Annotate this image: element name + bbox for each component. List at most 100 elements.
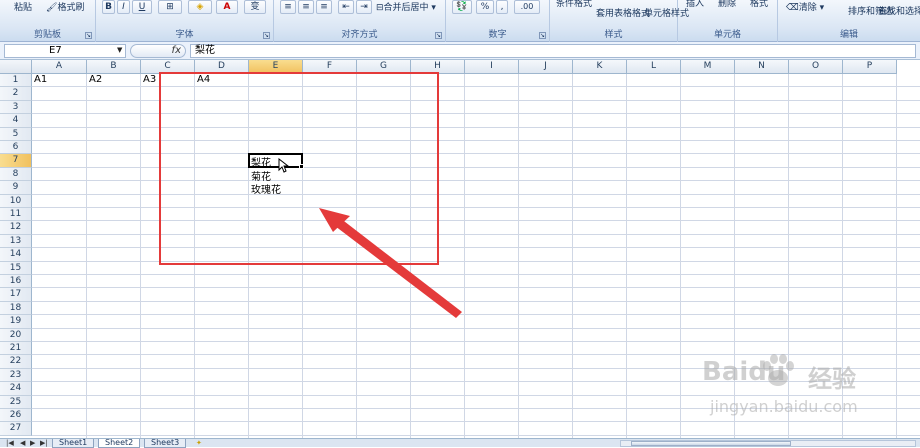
align-center-button[interactable]: ≡ <box>298 0 314 14</box>
row-header-8[interactable]: 8 <box>0 167 32 182</box>
gridline <box>680 74 681 438</box>
row-header-18[interactable]: 18 <box>0 301 32 316</box>
dialog-launcher-icon[interactable]: ↘ <box>539 32 546 39</box>
watermark: Baidu 经验 jingyan.baidu.com <box>700 345 910 435</box>
fill-color-button[interactable]: ◈ <box>188 0 212 14</box>
column-header-n[interactable]: N <box>735 60 789 74</box>
cell-a1[interactable]: A1 <box>34 74 47 85</box>
name-box[interactable]: E7 <box>4 44 126 58</box>
row-header-25[interactable]: 25 <box>0 395 32 409</box>
row-header-23[interactable]: 23 <box>0 368 32 383</box>
column-header-p[interactable]: P <box>843 60 897 74</box>
row-header-5[interactable]: 5 <box>0 127 32 141</box>
dialog-launcher-icon[interactable]: ↘ <box>85 32 92 39</box>
formula-bar: E7 ▼ fx 梨花 <box>0 42 920 60</box>
increase-decimal-button[interactable]: .00 <box>514 0 540 14</box>
cell-b1[interactable]: A2 <box>89 74 102 85</box>
decrease-indent-button[interactable]: ⇤ <box>338 0 354 14</box>
formula-input[interactable]: 梨花 <box>190 44 916 58</box>
delete-button[interactable]: 删除 <box>718 0 736 9</box>
column-header-a[interactable]: A <box>32 60 87 74</box>
scrollbar-thumb[interactable] <box>631 441 791 446</box>
align-center-icon: ≡ <box>302 2 310 12</box>
bold-button[interactable]: B <box>102 0 115 14</box>
paste-button[interactable]: 粘贴 <box>14 0 32 13</box>
merge-center-button[interactable]: ⊟合并后居中 ▾ <box>376 0 436 13</box>
merge-icon: ⊟ <box>376 3 384 13</box>
cells-group: 插入 删除 格式 单元格 <box>678 0 778 42</box>
gridline <box>518 74 519 438</box>
clipboard-group: 粘贴 🖌格式刷 剪贴板 ↘ <box>0 0 96 42</box>
border-icon: ⊞ <box>166 2 174 12</box>
currency-icon: 💱 <box>456 2 468 12</box>
row-header-13[interactable]: 13 <box>0 234 32 249</box>
row-header-10[interactable]: 10 <box>0 194 32 208</box>
editing-group: ⌫清除 ▾ 排序和筛选 查找和选择 编辑 <box>778 0 920 42</box>
find-select-button[interactable]: 查找和选择 <box>878 4 920 17</box>
accounting-format-button[interactable]: 💱 <box>452 0 472 14</box>
cells-label: 单元格 <box>713 30 741 40</box>
comma-button[interactable]: , <box>496 0 508 14</box>
row-header-1[interactable]: 1 <box>0 74 32 88</box>
format-button[interactable]: 格式 <box>750 0 768 9</box>
brush-icon: 🖌 <box>46 3 58 13</box>
prev-sheet-icon[interactable]: ◀ <box>20 439 25 447</box>
row-header-24[interactable]: 24 <box>0 382 32 396</box>
chevron-down-icon[interactable]: ▼ <box>117 46 122 54</box>
row-header-12[interactable]: 12 <box>0 221 32 235</box>
underline-button[interactable]: U <box>132 0 152 14</box>
row-header-3[interactable]: 3 <box>0 100 32 115</box>
row-header-14[interactable]: 14 <box>0 248 32 262</box>
clear-button[interactable]: ⌫清除 ▾ <box>786 0 824 13</box>
row-header-17[interactable]: 17 <box>0 288 32 302</box>
column-header-l[interactable]: L <box>627 60 681 74</box>
font-color-button[interactable]: A <box>216 0 238 14</box>
last-sheet-icon[interactable]: ▶| <box>40 439 48 447</box>
column-header-m[interactable]: M <box>681 60 735 74</box>
select-all-corner[interactable] <box>0 60 32 74</box>
row-header-15[interactable]: 15 <box>0 261 32 275</box>
insert-button[interactable]: 插入 <box>686 0 704 9</box>
insert-function-button[interactable]: fx <box>130 44 186 58</box>
cell-c1[interactable]: A3 <box>143 74 156 85</box>
column-header-j[interactable]: J <box>519 60 573 74</box>
row-header-2[interactable]: 2 <box>0 87 32 101</box>
indent-icon: ⇥ <box>360 2 368 12</box>
italic-button[interactable]: I <box>117 0 130 14</box>
column-header-k[interactable]: K <box>573 60 627 74</box>
increase-indent-button[interactable]: ⇥ <box>356 0 372 14</box>
watermark-url: jingyan.baidu.com <box>710 397 858 416</box>
horizontal-scrollbar[interactable] <box>620 440 916 447</box>
dialog-launcher-icon[interactable]: ↘ <box>435 32 442 39</box>
alignment-group: ≡ ≡ ≡ ⇤ ⇥ ⊟合并后居中 ▾ 对齐方式 ↘ <box>274 0 446 42</box>
row-header-4[interactable]: 4 <box>0 114 32 128</box>
next-sheet-icon[interactable]: ▶ <box>30 439 35 447</box>
dialog-launcher-icon[interactable]: ↘ <box>263 32 270 39</box>
format-painter-button[interactable]: 🖌格式刷 <box>46 0 84 13</box>
column-header-o[interactable]: O <box>789 60 843 74</box>
percent-button[interactable]: % <box>476 0 494 14</box>
row-header-22[interactable]: 22 <box>0 355 32 369</box>
row-header-6[interactable]: 6 <box>0 141 32 155</box>
row-header-11[interactable]: 11 <box>0 208 32 222</box>
row-header-16[interactable]: 16 <box>0 275 32 289</box>
align-left-button[interactable]: ≡ <box>280 0 296 14</box>
align-right-button[interactable]: ≡ <box>316 0 332 14</box>
phonetic-button[interactable]: 变 <box>244 0 266 14</box>
align-left-icon: ≡ <box>284 2 292 12</box>
conditional-format-button[interactable]: 条件格式 <box>556 0 592 9</box>
row-header-19[interactable]: 19 <box>0 315 32 329</box>
row-header-20[interactable]: 20 <box>0 328 32 342</box>
row-header-26[interactable]: 26 <box>0 409 32 423</box>
column-header-b[interactable]: B <box>87 60 141 74</box>
border-button[interactable]: ⊞ <box>158 0 182 14</box>
first-sheet-icon[interactable]: |◀ <box>6 439 14 447</box>
table-format-button[interactable]: 套用表格格式 <box>596 6 650 19</box>
row-header-7[interactable]: 7 <box>0 154 32 168</box>
row-header-9[interactable]: 9 <box>0 181 32 195</box>
column-header-i[interactable]: I <box>465 60 519 74</box>
font-group: B I U ⊞ ◈ A 变 字体 ↘ <box>96 0 274 42</box>
insert-sheet-icon[interactable]: ✦ <box>196 439 202 447</box>
row-header-27[interactable]: 27 <box>0 422 32 436</box>
row-header-21[interactable]: 21 <box>0 342 32 356</box>
